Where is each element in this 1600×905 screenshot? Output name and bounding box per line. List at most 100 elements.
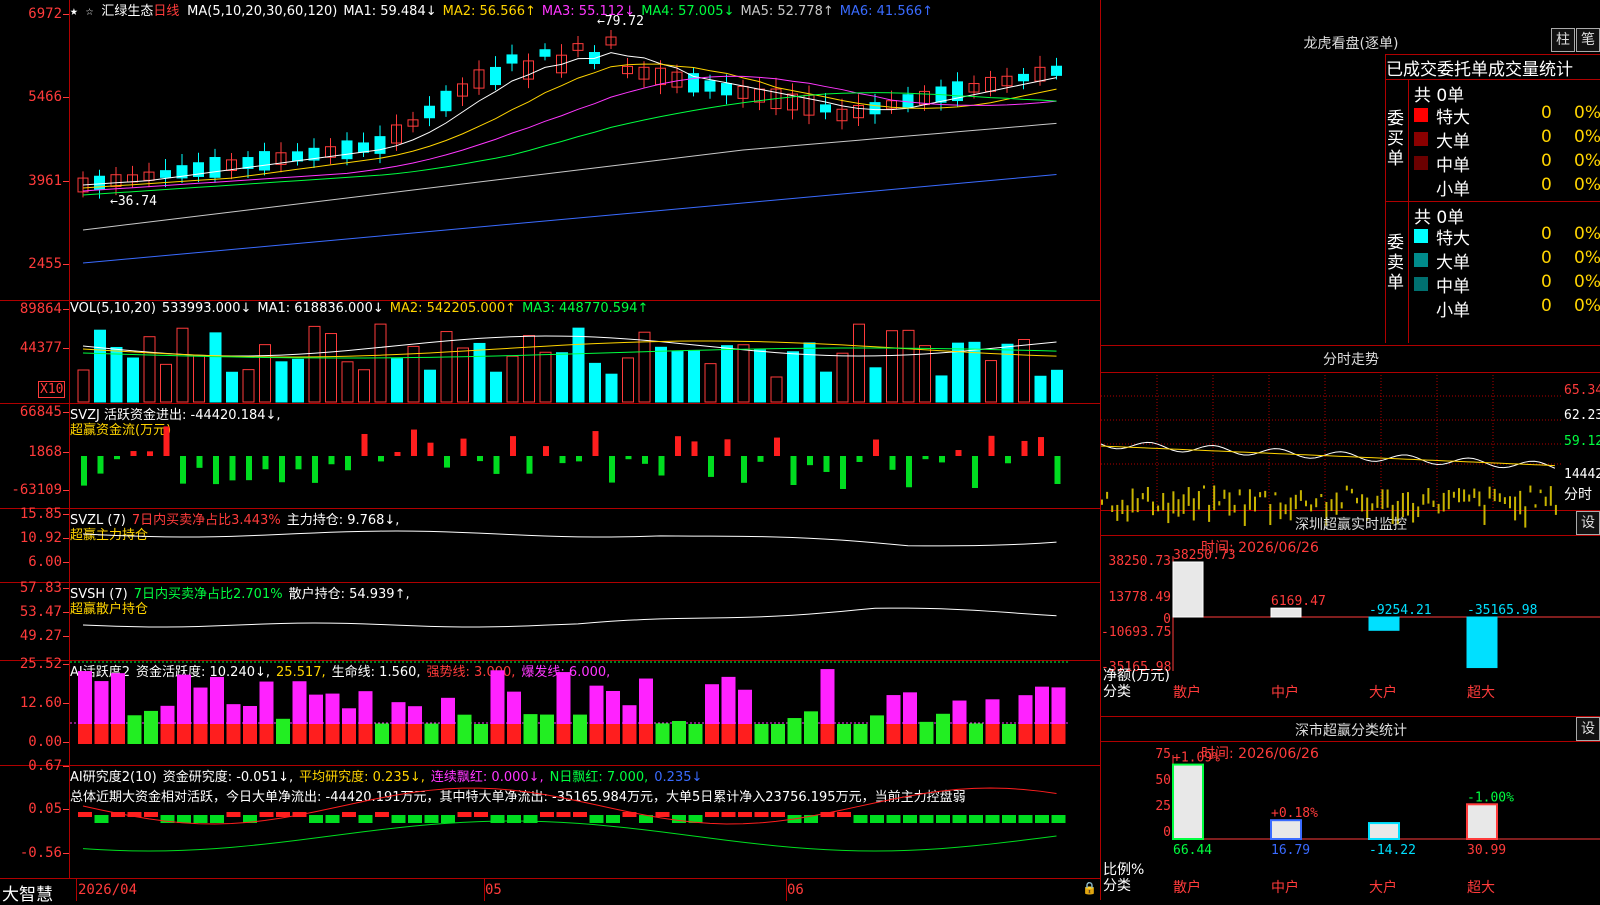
- intraday-vol: [1382, 489, 1384, 509]
- volume-bar: [557, 353, 568, 402]
- flow-bar: [1005, 456, 1011, 463]
- vol-ma1: [83, 336, 1057, 356]
- flow-bar: [279, 456, 285, 482]
- intraday-axis-3: 14442: [1564, 467, 1600, 482]
- active-bar-base: [755, 724, 769, 744]
- intraday-panel[interactable]: 分时走势 65.34 62.23 59.12 14442 分时: [1101, 346, 1600, 511]
- swatch: [1414, 180, 1428, 194]
- active-bar-top: [144, 711, 158, 724]
- candle-body: [1019, 74, 1029, 80]
- volume-bar: [243, 370, 254, 402]
- volume-bar: [326, 334, 337, 402]
- research-bar: [986, 815, 1000, 823]
- active-bar-top: [128, 715, 142, 724]
- volume-bar: [639, 332, 650, 402]
- row-count: 0: [1541, 224, 1552, 244]
- ratio-bar: [1467, 804, 1497, 839]
- flow-bar: [890, 456, 896, 470]
- row-count: 0: [1541, 103, 1552, 123]
- volume-bar: [606, 374, 617, 402]
- active-bar-top: [920, 722, 934, 724]
- volume-chart[interactable]: [70, 301, 1100, 403]
- category-label: 散户: [1173, 682, 1201, 702]
- capital-flow-chart[interactable]: [70, 404, 1100, 508]
- active-bar-top: [1019, 695, 1033, 724]
- retail-holding-chart[interactable]: [70, 583, 1100, 660]
- intraday-vol: [1427, 488, 1429, 504]
- swatch: [1414, 229, 1428, 243]
- intraday-chart[interactable]: [1101, 372, 1561, 510]
- research-bar: [953, 815, 967, 823]
- sz-classify-chart[interactable]: +1.09%66.44+0.18%16.79-14.22-1.00%30.99: [1101, 717, 1600, 900]
- flow-bar: [824, 456, 830, 472]
- candlestick-chart[interactable]: [70, 0, 1100, 300]
- research-bar: [392, 815, 406, 823]
- volume-pane[interactable]: VOL(5,10,20)533993.000↓MA1: 618836.000↓M…: [0, 301, 1100, 404]
- axis-label: 1868: [0, 444, 62, 460]
- svsh-pane[interactable]: SVSH (7)7日内买卖净占比2.701%散户持仓: 54.939↑, 超赢散…: [0, 583, 1100, 661]
- brand-label: 大智慧: [2, 880, 53, 905]
- active-bar-base: [375, 724, 389, 744]
- research-bar: [755, 812, 769, 817]
- active-bar-top: [821, 669, 835, 724]
- ai-active-chart[interactable]: [70, 661, 1100, 765]
- tick-mode-button[interactable]: 笔: [1576, 28, 1600, 52]
- intraday-vol: [1188, 487, 1190, 506]
- ratio-value-label: 66.44: [1173, 843, 1212, 858]
- volume-bar: [507, 356, 518, 402]
- active-bar-base: [672, 724, 686, 744]
- active-bar-top: [557, 672, 571, 724]
- flow-bar: [362, 434, 368, 456]
- axis-label: 57.83: [0, 580, 62, 596]
- active-bar-base: [227, 724, 241, 744]
- candle-body: [359, 143, 369, 152]
- row-label: 小单: [1436, 296, 1470, 321]
- active-bar-base: [177, 724, 191, 744]
- ai-research-chart[interactable]: [70, 766, 1100, 878]
- net-bar: [1369, 617, 1399, 630]
- main-chart-area[interactable]: ★ ☆ 汇绿生态日线 MA(5,10,20,30,60,120)MA1: 59.…: [0, 0, 1101, 900]
- swatch: [1414, 253, 1428, 267]
- ai-research-pane[interactable]: AI研究度2(10)资金研究度: -0.051↓,平均研究度: 0.235↓,连…: [0, 766, 1100, 878]
- active-bar-top: [1052, 687, 1066, 724]
- active-bar-top: [524, 714, 538, 724]
- bar-mode-button[interactable]: 柱: [1551, 28, 1575, 52]
- svzl-pane[interactable]: SVZL (7)7日内买卖净占比3.443%主力持仓: 9.768↓, 超赢主力…: [0, 509, 1100, 583]
- research-bar: [144, 812, 158, 817]
- axis-label: 6972: [0, 6, 62, 22]
- row-pct: 0%: [1574, 175, 1600, 195]
- volume-bar: [524, 336, 535, 402]
- svzj-pane[interactable]: SVZJ 活跃资金进出: -44420.184↓, 超赢资金流(万元) 6684…: [0, 404, 1100, 509]
- intraday-vol: [1453, 492, 1455, 498]
- active-bar-top: [210, 677, 224, 724]
- flow-bar: [411, 430, 417, 456]
- price-pane[interactable]: ★ ☆ 汇绿生态日线 MA(5,10,20,30,60,120)MA1: 59.…: [0, 0, 1100, 301]
- flow-bar: [857, 456, 863, 462]
- row-label: 大单: [1436, 248, 1470, 273]
- active-bar-top: [177, 675, 191, 724]
- flow-bar: [972, 456, 978, 488]
- flow-bar: [807, 456, 813, 465]
- flow-bar: [906, 456, 912, 487]
- main-holding-chart[interactable]: [70, 509, 1100, 582]
- volume-bar: [95, 330, 106, 402]
- ai-active-pane[interactable]: AI活跃度2资金活跃度: 10.240↓,25.517,生命线: 1.560,强…: [0, 661, 1100, 766]
- active-bar-top: [639, 679, 653, 724]
- flow-bar: [642, 456, 648, 464]
- active-bar-base: [408, 724, 422, 744]
- active-bar-top: [309, 695, 323, 724]
- active-bar-top: [111, 673, 125, 724]
- trade-stats-tabs[interactable]: 已成交委托单成交量统计: [1385, 54, 1600, 80]
- active-bar-top: [936, 714, 950, 724]
- research-bar: [507, 815, 521, 823]
- research-bar: [177, 815, 191, 823]
- active-bar-base: [986, 724, 1000, 744]
- volume-bar: [689, 350, 700, 402]
- sz-monitor-panel[interactable]: 深圳超赢实时监控 设 时间: 2026/06/26 38250.7313778.…: [1101, 511, 1600, 717]
- lock-icon[interactable]: 🔒: [1082, 881, 1097, 895]
- sz-classify-panel[interactable]: 深市超赢分类统计 设 时间: 2026/06/26 7550250 比例% 分类…: [1101, 717, 1600, 900]
- ratio-change-label: -1.00%: [1467, 790, 1514, 805]
- flow-bar: [659, 456, 665, 476]
- volume-bar: [309, 326, 320, 402]
- x-label-jun: 06: [787, 882, 804, 898]
